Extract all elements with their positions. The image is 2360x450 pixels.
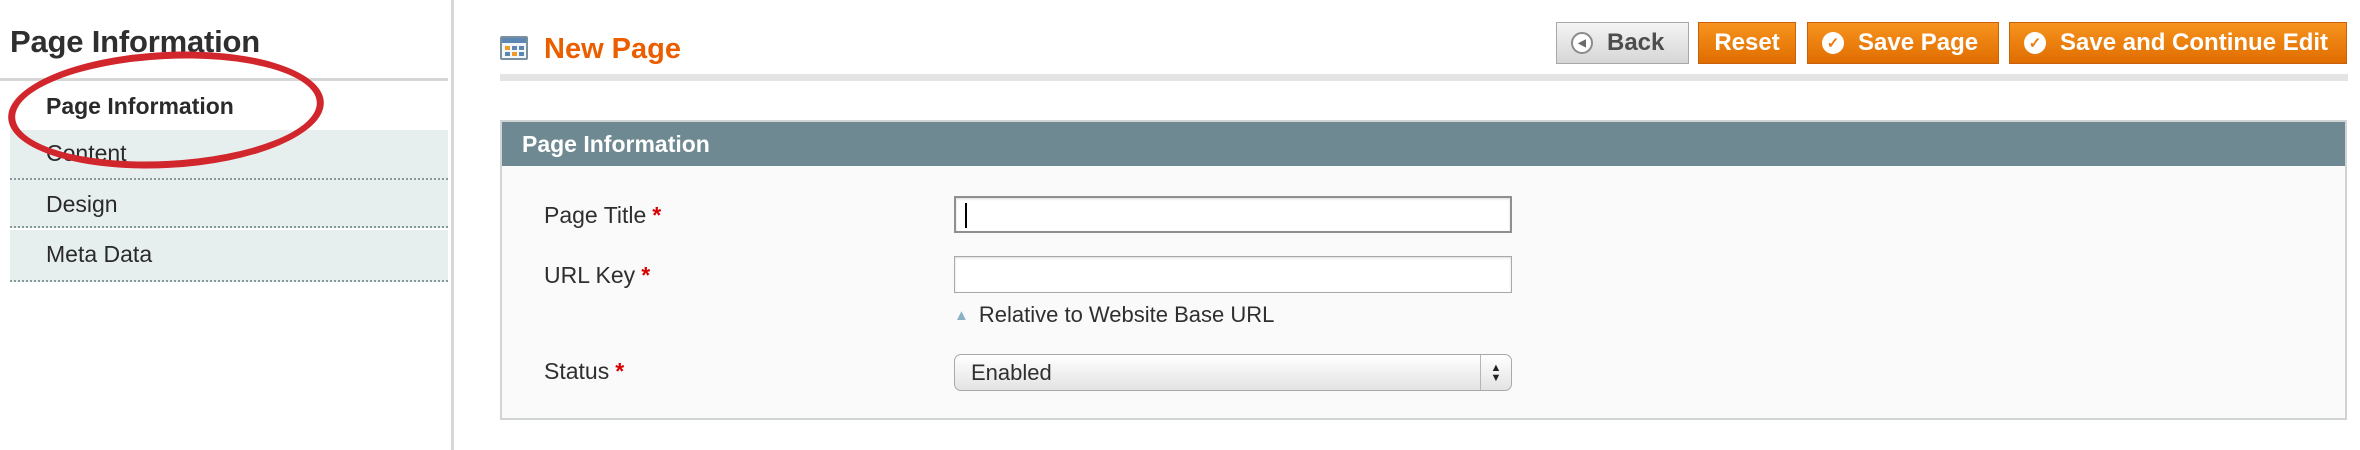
save-page-button-label: Save Page bbox=[1858, 29, 1979, 56]
sidebar-item-meta-data[interactable]: Meta Data bbox=[10, 230, 448, 282]
url-key-label: URL Key * bbox=[544, 262, 650, 289]
status-select[interactable]: Enabled ▲ ▼ bbox=[954, 354, 1512, 391]
reset-button[interactable]: Reset bbox=[1698, 22, 1796, 64]
divider bbox=[0, 78, 448, 81]
required-mark: * bbox=[641, 262, 651, 288]
required-mark: * bbox=[615, 358, 625, 384]
page-title-label-text: Page Title bbox=[544, 202, 647, 228]
triangle-up-icon: ▲ bbox=[954, 307, 969, 324]
page-title-label: Page Title * bbox=[544, 202, 661, 229]
save-and-continue-button[interactable]: ✓ Save and Continue Edit bbox=[2009, 22, 2347, 64]
save-and-continue-button-label: Save and Continue Edit bbox=[2060, 29, 2329, 56]
status-label: Status * bbox=[544, 358, 624, 385]
back-button[interactable]: ◀ Back bbox=[1556, 22, 1689, 64]
sidebar: Page Information Page Information Conten… bbox=[0, 0, 454, 450]
checkmark-icon: ✓ bbox=[1822, 32, 1844, 54]
page-title-input[interactable] bbox=[954, 196, 1512, 233]
text-cursor bbox=[965, 203, 967, 228]
page-title: New Page bbox=[544, 33, 681, 65]
status-selected-value: Enabled bbox=[971, 360, 1052, 385]
page-information-fieldset: Page Information Page Title * URL Key * ▲ R… bbox=[500, 120, 2347, 420]
sidebar-item-design[interactable]: Design bbox=[10, 180, 448, 228]
url-key-label-text: URL Key bbox=[544, 262, 636, 288]
url-key-note-text: Relative to Website Base URL bbox=[978, 302, 1275, 327]
save-page-button[interactable]: ✓ Save Page bbox=[1807, 22, 1999, 64]
url-key-note: ▲ Relative to Website Base URL bbox=[954, 302, 1274, 328]
sidebar-item-content[interactable]: Content bbox=[10, 130, 448, 180]
back-button-label: Back bbox=[1607, 29, 1665, 56]
page-grid-icon bbox=[500, 36, 528, 60]
divider bbox=[500, 74, 2348, 81]
required-mark: * bbox=[652, 202, 662, 228]
sidebar-item-page-information[interactable]: Page Information bbox=[10, 84, 448, 128]
sidebar-title: Page Information bbox=[10, 24, 260, 59]
url-key-input[interactable] bbox=[954, 256, 1512, 293]
arrow-left-icon: ◀ bbox=[1571, 32, 1593, 54]
reset-button-label: Reset bbox=[1714, 29, 1780, 56]
fieldset-legend: Page Information bbox=[502, 122, 2345, 166]
select-arrows-icon: ▲ ▼ bbox=[1480, 355, 1511, 390]
status-label-text: Status bbox=[544, 358, 610, 384]
checkmark-icon: ✓ bbox=[2024, 32, 2046, 54]
